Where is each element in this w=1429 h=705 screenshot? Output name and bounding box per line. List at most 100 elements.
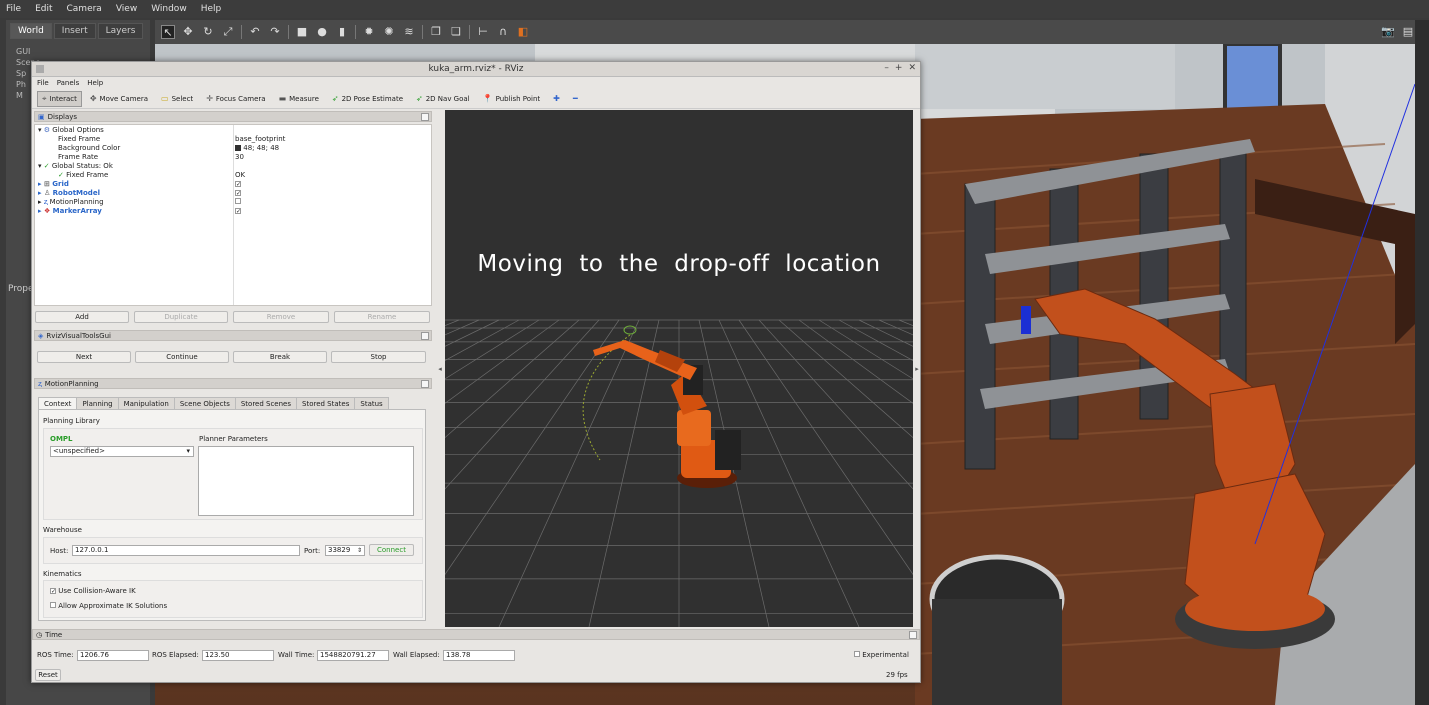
tree-row-global-status[interactable]: ▾ ✓ Global Status: Ok — [38, 162, 113, 171]
screenshot-icon[interactable]: 📷 — [1381, 25, 1395, 39]
translate-icon[interactable]: ✥ — [181, 25, 195, 39]
add-tool-button[interactable]: ✚ — [548, 91, 565, 106]
directional-light-icon[interactable]: ≋ — [402, 25, 416, 39]
log-icon[interactable]: ▤ — [1401, 25, 1415, 39]
background-color-value[interactable]: 48; 48; 48 — [235, 144, 279, 153]
break-button[interactable]: Break — [233, 351, 327, 363]
tree-row-motionplanning[interactable]: ▸ ⱬ MotionPlanning — [38, 198, 104, 207]
collision-aware-ik-checkbox[interactable]: ✓ — [50, 588, 56, 595]
duplicate-display-button[interactable]: Duplicate — [134, 311, 228, 323]
paste-icon[interactable]: ❏ — [449, 25, 463, 39]
gazebo-menu-window[interactable]: Window — [151, 4, 187, 14]
clock-icon: ◷ — [36, 630, 43, 639]
right-splitter[interactable]: ▸ — [913, 110, 921, 627]
port-spinbox[interactable]: 33829 ⇕ — [325, 545, 365, 556]
tool-2d-pose-estimate[interactable]: ➶ 2D Pose Estimate — [327, 91, 408, 106]
grid-enabled-checkbox[interactable]: ✓ — [235, 180, 241, 189]
approximate-ik-checkbox[interactable] — [50, 602, 56, 608]
collision-aware-ik-row[interactable]: ✓ Use Collision-Aware IK — [50, 587, 136, 595]
gazebo-tab-world[interactable]: World — [10, 23, 52, 39]
gazebo-menu-help[interactable]: Help — [201, 4, 222, 14]
panel-close-icon[interactable] — [421, 380, 429, 388]
host-input[interactable]: 127.0.0.1 — [72, 545, 300, 556]
minimize-icon[interactable]: – — [884, 63, 889, 73]
undo-icon[interactable]: ↶ — [248, 25, 262, 39]
rviz-titlebar[interactable]: kuka_arm.rviz* - RViz – + ✕ — [32, 62, 920, 77]
remove-display-button[interactable]: Remove — [233, 311, 329, 323]
copy-icon[interactable]: ❐ — [429, 25, 443, 39]
rviz-3d-viewport[interactable]: Moving to the drop-off location — [445, 110, 913, 627]
experimental-toggle[interactable]: Experimental — [854, 651, 909, 659]
grid-line — [445, 319, 600, 490]
panel-close-icon[interactable] — [421, 332, 429, 340]
add-display-button[interactable]: Add — [35, 311, 129, 323]
motionplanning-enabled-checkbox[interactable] — [235, 198, 241, 207]
panel-close-icon[interactable] — [909, 631, 917, 639]
scale-icon[interactable]: ⤢ — [221, 25, 235, 39]
planner-parameters-table[interactable] — [198, 446, 414, 516]
robotmodel-enabled-checkbox[interactable]: ✓ — [235, 189, 241, 198]
tool-interact[interactable]: ⌖ Interact — [37, 90, 82, 107]
checkbox[interactable] — [235, 198, 241, 204]
change-view-icon[interactable]: ◧ — [516, 25, 530, 39]
tree-row-fixed-frame[interactable]: Fixed Frame — [58, 135, 100, 144]
checkbox[interactable]: ✓ — [235, 208, 241, 215]
remove-tool-button[interactable]: ━ — [568, 91, 583, 106]
next-button[interactable]: Next — [37, 351, 131, 363]
planner-select[interactable]: <unspecified> ▾ — [50, 446, 194, 457]
tree-row-markerarray[interactable]: ▸ ❖ MarkerArray — [38, 207, 102, 216]
markerarray-enabled-checkbox[interactable]: ✓ — [235, 207, 241, 216]
tool-2d-nav-goal[interactable]: ➶ 2D Nav Goal — [411, 91, 475, 106]
tree-row-fixed-frame-status[interactable]: ✓ Fixed Frame — [58, 171, 108, 180]
connect-button[interactable]: Connect — [369, 544, 414, 556]
tree-row-robotmodel[interactable]: ▸ ♙ RobotModel — [38, 189, 100, 198]
cylinder-shape-icon[interactable]: ▮ — [335, 25, 349, 39]
box-shape-icon[interactable]: ■ — [295, 25, 309, 39]
approximate-ik-row[interactable]: Allow Approximate IK Solutions — [50, 602, 167, 610]
gazebo-menu-view[interactable]: View — [116, 4, 137, 14]
gazebo-tab-layers[interactable]: Layers — [97, 23, 144, 39]
ros-elapsed-field[interactable]: 123.50 — [202, 650, 274, 661]
select-arrow-icon[interactable]: ↖ — [161, 25, 175, 39]
gazebo-menu-camera[interactable]: Camera — [67, 4, 102, 14]
tool-move-camera[interactable]: ✥ Move Camera — [85, 91, 153, 106]
tool-publish-point[interactable]: 📍 Publish Point — [478, 91, 546, 106]
wall-time-field[interactable]: 1548820791.27 — [317, 650, 389, 661]
gazebo-tab-insert[interactable]: Insert — [53, 23, 96, 39]
rviz-menu-help[interactable]: Help — [87, 79, 103, 87]
tool-measure[interactable]: ▬ Measure — [274, 91, 324, 106]
experimental-checkbox[interactable] — [854, 651, 860, 657]
gazebo-menu-edit[interactable]: Edit — [35, 4, 52, 14]
rviz-menu-panels[interactable]: Panels — [57, 79, 80, 87]
wall-elapsed-field[interactable]: 138.78 — [443, 650, 515, 661]
gazebo-tree-item[interactable]: GUI — [16, 46, 140, 57]
tree-row-frame-rate[interactable]: Frame Rate — [58, 153, 98, 162]
rotate-icon[interactable]: ↻ — [201, 25, 215, 39]
snap-icon[interactable]: ∩ — [496, 25, 510, 39]
fixed-frame-value[interactable]: base_footprint — [235, 135, 285, 144]
checkbox[interactable]: ✓ — [235, 190, 241, 197]
tool-select[interactable]: ▭ Select — [156, 91, 198, 106]
gazebo-menu-file[interactable]: File — [6, 4, 21, 14]
frame-rate-value[interactable]: 30 — [235, 153, 244, 162]
tree-row-grid[interactable]: ▸ ⊞ Grid — [38, 180, 69, 189]
maximize-icon[interactable]: + — [895, 63, 903, 73]
tool-focus-camera[interactable]: ✛ Focus Camera — [201, 91, 270, 106]
tree-row-global-options[interactable]: ▾ ⚙ Global Options — [38, 126, 104, 135]
spot-light-icon[interactable]: ✺ — [382, 25, 396, 39]
rviz-menu-file[interactable]: File — [37, 79, 49, 87]
reset-button[interactable]: Reset — [35, 669, 61, 681]
tree-row-background-color[interactable]: Background Color — [58, 144, 120, 153]
ros-time-field[interactable]: 1206.76 — [77, 650, 149, 661]
continue-button[interactable]: Continue — [135, 351, 229, 363]
redo-icon[interactable]: ↷ — [268, 25, 282, 39]
align-icon[interactable]: ⊢ — [476, 25, 490, 39]
close-icon[interactable]: ✕ — [908, 63, 916, 73]
panel-close-icon[interactable] — [421, 113, 429, 121]
checkbox[interactable]: ✓ — [235, 181, 241, 188]
rename-display-button[interactable]: Rename — [334, 311, 430, 323]
stop-button[interactable]: Stop — [331, 351, 426, 363]
left-splitter[interactable]: ◂ — [436, 110, 444, 627]
sphere-shape-icon[interactable]: ● — [315, 25, 329, 39]
point-light-icon[interactable]: ✹ — [362, 25, 376, 39]
